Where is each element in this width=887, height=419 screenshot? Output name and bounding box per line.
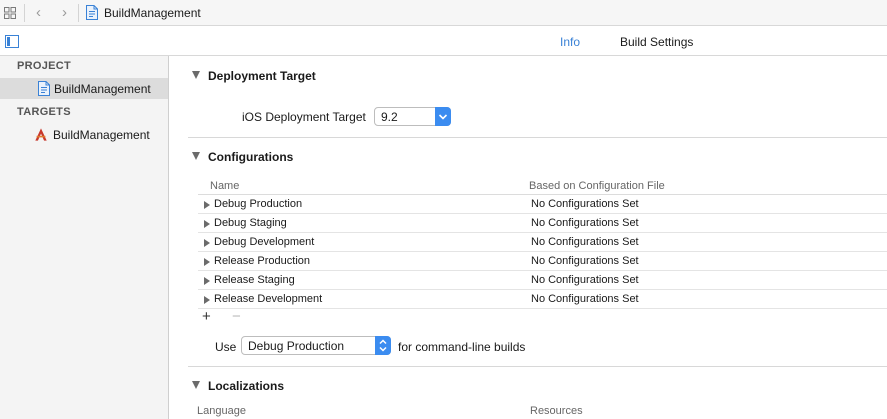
- config-file[interactable]: No Configurations Set: [531, 293, 639, 305]
- section-divider: [188, 137, 887, 138]
- popup-value: 9.2: [381, 110, 398, 124]
- sidebar-item-project[interactable]: BuildManagement: [0, 78, 168, 99]
- column-header-file[interactable]: Based on Configuration File: [529, 180, 665, 192]
- table-row[interactable]: Release Staging No Configurations Set: [198, 271, 887, 290]
- disclosure-triangle-icon[interactable]: [204, 296, 210, 304]
- navigation-bar: ‹ › BuildManagement: [0, 0, 887, 26]
- config-name: Debug Staging: [214, 217, 287, 229]
- project-file-icon: [86, 5, 98, 20]
- disclosure-triangle-icon[interactable]: [204, 201, 210, 209]
- chevron-down-icon: [435, 107, 451, 126]
- config-file[interactable]: No Configurations Set: [531, 274, 639, 286]
- deployment-target-popup[interactable]: 9.2: [374, 107, 451, 126]
- tab-info[interactable]: Info: [560, 35, 580, 49]
- sidebar-toggle-icon[interactable]: [5, 35, 19, 48]
- config-name: Release Staging: [214, 274, 295, 286]
- disclosure-triangle-icon[interactable]: [204, 239, 210, 247]
- nav-separator: [78, 4, 79, 22]
- chevron-right-icon[interactable]: ›: [62, 5, 67, 20]
- sidebar-item-target[interactable]: BuildManagement: [0, 124, 168, 145]
- section-title-deployment: Deployment Target: [208, 69, 316, 83]
- table-row[interactable]: Debug Development No Configurations Set: [198, 233, 887, 252]
- disclosure-triangle-icon[interactable]: [204, 220, 210, 228]
- disclosure-triangle-icon[interactable]: [204, 258, 210, 266]
- table-row[interactable]: Debug Staging No Configurations Set: [198, 214, 887, 233]
- tab-build-settings[interactable]: Build Settings: [620, 35, 693, 49]
- remove-configuration-button[interactable]: −: [232, 309, 241, 324]
- nav-separator: [24, 4, 25, 22]
- targets-header: TARGETS: [17, 106, 71, 118]
- project-header: PROJECT: [17, 60, 72, 72]
- main-editor: Deployment Target iOS Deployment Target …: [170, 56, 887, 419]
- section-title-configurations: Configurations: [208, 150, 294, 164]
- config-name: Release Development: [214, 293, 323, 305]
- column-header-language[interactable]: Language: [197, 405, 246, 417]
- use-suffix-label: for command-line builds: [398, 340, 526, 354]
- sidebar-item-label: BuildManagement: [53, 128, 150, 142]
- section-divider: [188, 366, 887, 367]
- add-configuration-button[interactable]: +: [202, 309, 211, 324]
- app-target-icon: [35, 128, 47, 141]
- config-name: Release Production: [214, 255, 311, 267]
- table-row[interactable]: Release Development No Configurations Se…: [198, 290, 887, 309]
- popup-value: Debug Production: [248, 339, 345, 353]
- use-label: Use: [215, 340, 237, 354]
- table-row[interactable]: Release Production No Configurations Set: [198, 252, 887, 271]
- disclosure-triangle-icon[interactable]: [204, 277, 210, 285]
- grid-icon[interactable]: [4, 7, 16, 19]
- editor-tab-bar: Info Build Settings: [0, 27, 887, 56]
- config-name: Debug Development: [214, 236, 315, 248]
- column-header-name[interactable]: Name: [210, 180, 239, 192]
- table-row[interactable]: Debug Production No Configurations Set: [198, 195, 887, 214]
- chevron-updown-icon: [375, 336, 391, 355]
- table-header: Name Based on Configuration File: [198, 178, 887, 195]
- sidebar: PROJECT BuildManagement TARGETS BuildMan…: [0, 56, 169, 419]
- deployment-target-label: iOS Deployment Target: [242, 110, 366, 124]
- command-line-config-popup[interactable]: Debug Production: [241, 336, 391, 355]
- column-header-resources[interactable]: Resources: [530, 405, 583, 417]
- config-file[interactable]: No Configurations Set: [531, 236, 639, 248]
- section-title-localizations: Localizations: [208, 379, 285, 393]
- project-file-icon: [38, 81, 50, 96]
- config-file[interactable]: No Configurations Set: [531, 217, 639, 229]
- breadcrumb[interactable]: BuildManagement: [104, 6, 201, 20]
- config-file[interactable]: No Configurations Set: [531, 255, 639, 267]
- sidebar-item-label: BuildManagement: [54, 82, 151, 96]
- config-name: Debug Production: [214, 198, 303, 210]
- config-file[interactable]: No Configurations Set: [531, 198, 639, 210]
- chevron-left-icon[interactable]: ‹: [36, 5, 41, 20]
